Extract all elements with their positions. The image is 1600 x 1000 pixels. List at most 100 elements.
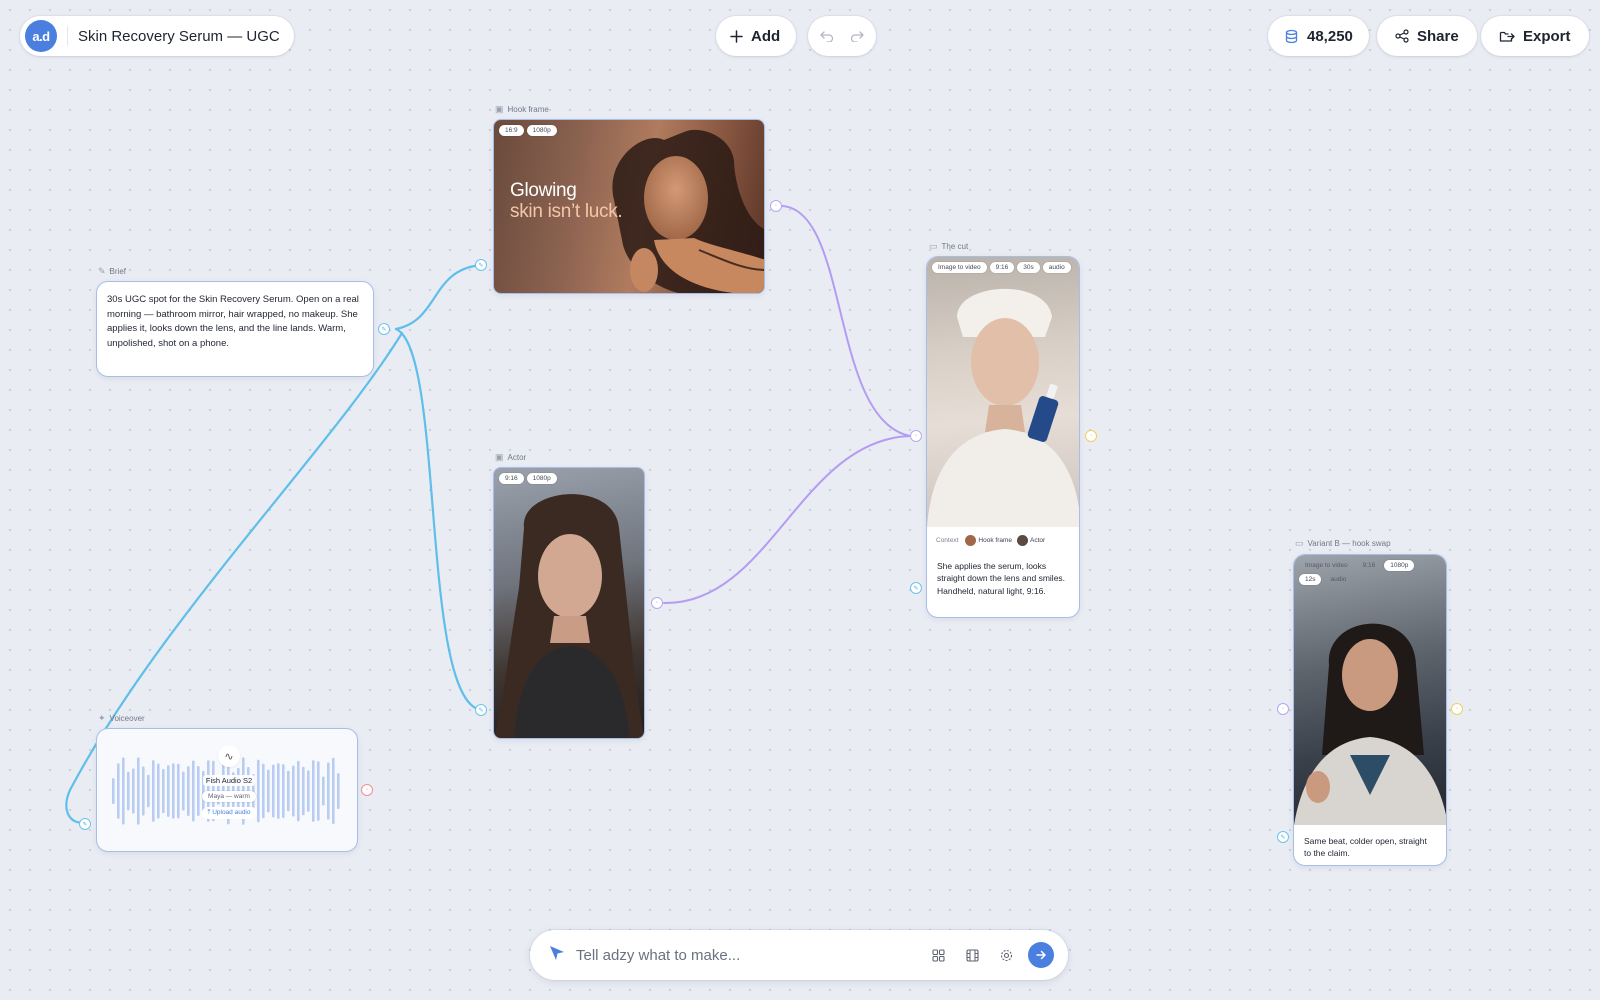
actor-node[interactable]: 9:16 1080p <box>493 467 645 739</box>
film-icon[interactable] <box>960 943 984 967</box>
waveform-bar <box>122 757 125 825</box>
project-pill[interactable]: a.d Skin Recovery Serum — UGC <box>20 16 294 56</box>
waveform-icon[interactable]: ∿ <box>218 745 240 767</box>
text-icon: ✎ <box>98 266 106 276</box>
cursor-arrow-icon <box>548 944 566 967</box>
waveform-bar <box>172 763 175 819</box>
cut-context-row: Context Hook frame Actor <box>936 535 1045 546</box>
brief-output-port[interactable]: ✎ <box>378 323 390 335</box>
waveform-bar <box>322 776 325 806</box>
settings-icon[interactable] <box>994 943 1018 967</box>
variant-tags: Image to video 9:16 1080p 12s audio <box>1299 560 1439 585</box>
app-logo[interactable]: a.d <box>25 20 57 52</box>
context-label: Context <box>936 537 959 544</box>
the-cut-node[interactable]: Image to video 9:16 30s audio Context Ho… <box>926 256 1080 618</box>
actor-input-port[interactable]: ✎ <box>475 704 487 716</box>
brief-label-text: Brief <box>109 267 126 276</box>
variant-node-label: ▭ Variant B — hook swap <box>1295 538 1391 549</box>
tag-mode: Image to video <box>932 262 987 273</box>
tag-audio: audio <box>1330 576 1347 583</box>
image-port-icon: ◦ <box>774 203 778 209</box>
video-icon: ▭ <box>1295 538 1304 548</box>
cut-output-port[interactable]: ◦ <box>1085 430 1097 442</box>
text-port-icon: ✎ <box>381 326 387 333</box>
waveform-bar <box>162 768 165 814</box>
brief-node[interactable]: 30s UGC spot for the Skin Recovery Serum… <box>96 281 374 377</box>
waveform-bar <box>332 757 335 825</box>
tag-duration: 12s <box>1299 574 1322 585</box>
export-button[interactable]: Export <box>1481 16 1589 56</box>
text-port-icon: ✎ <box>478 262 484 269</box>
waveform-bar <box>277 763 280 819</box>
voice-output-port[interactable]: ◦ <box>361 784 373 796</box>
image-port-icon: ◦ <box>914 433 918 439</box>
actor-output-port[interactable]: ◦ <box>651 597 663 609</box>
voice-node-label: ✦ Voiceover <box>98 713 145 724</box>
context-chip-actor-label: Actor <box>1030 537 1046 545</box>
waveform-bar <box>327 762 330 820</box>
waveform-bar <box>312 760 315 822</box>
upload-audio-button[interactable]: ⤒ Upload audio <box>201 807 257 819</box>
cut-portrait <box>927 288 1079 527</box>
cut-video-preview[interactable]: Image to video 9:16 30s audio <box>927 257 1079 527</box>
tag-aspect: 16:9 <box>499 125 524 136</box>
voice-model[interactable]: Fish Audio S2 <box>202 775 256 786</box>
export-button-label: Export <box>1523 27 1571 45</box>
credits-badge[interactable]: 48,250 <box>1268 16 1369 56</box>
waveform-bar <box>147 774 150 808</box>
waveform-bar <box>117 763 120 819</box>
waveform-bar <box>282 764 285 818</box>
edge-brief-actor <box>394 327 483 712</box>
history-controls <box>808 16 876 56</box>
voice-input-port[interactable]: ✎ <box>79 818 91 830</box>
prompt-input[interactable] <box>576 946 916 964</box>
tag-aspect: 9:16 <box>989 262 1015 273</box>
waveform-bar <box>167 765 170 817</box>
waveform-bar <box>142 766 145 816</box>
hook-label-text: Hook frame <box>507 105 549 114</box>
cut-label-text: The cut <box>941 242 969 251</box>
add-button[interactable]: Add <box>716 16 797 56</box>
text-port-icon: ✎ <box>82 821 88 828</box>
variant-video-preview[interactable]: Image to video 9:16 1080p 12s audio <box>1294 555 1446 825</box>
edge-actor-cut <box>663 435 911 605</box>
variant-text-port[interactable]: ✎ <box>1277 831 1289 843</box>
variant-description[interactable]: Same beat, colder open, straight to the … <box>1304 835 1436 860</box>
voice-name[interactable]: Maya — warm <box>202 791 256 802</box>
redo-icon[interactable] <box>850 30 864 42</box>
waveform-bar <box>112 778 115 804</box>
cut-text-port[interactable]: ✎ <box>910 582 922 594</box>
grid-icon[interactable] <box>926 943 950 967</box>
variant-b-node[interactable]: Image to video 9:16 1080p 12s audio Same… <box>1293 554 1447 866</box>
waveform-bar <box>287 770 290 812</box>
undo-icon[interactable] <box>820 30 834 42</box>
image-port-icon: ◦ <box>1281 706 1285 712</box>
waveform-bar <box>137 757 140 825</box>
image-icon: ▣ <box>495 452 504 462</box>
avatar <box>1017 535 1029 546</box>
tag-aspect: 9:16 <box>499 473 524 484</box>
edge-hook-cut <box>781 205 911 437</box>
hook-frame-node[interactable]: 16:9 1080p Glowing skin isn’t luck. <box>493 119 765 294</box>
sparkle-icon: ✦ <box>98 713 106 723</box>
variant-input-port[interactable]: ◦ <box>1277 703 1289 715</box>
project-title[interactable]: Skin Recovery Serum — UGC <box>78 28 280 45</box>
share-button[interactable]: Share <box>1377 16 1477 56</box>
variant-output-port[interactable]: ◦ <box>1451 703 1463 715</box>
context-chip-hook[interactable]: Hook frame <box>965 535 1012 546</box>
tag-audio: audio <box>1042 262 1071 273</box>
voiceover-node[interactable]: ∿ Fish Audio S2 Maya — warm ⤒ Upload aud… <box>96 728 358 852</box>
actor-portrait <box>494 494 644 738</box>
cut-input-port[interactable]: ◦ <box>910 430 922 442</box>
text-port-icon: ✎ <box>913 585 919 592</box>
actor-node-label: ▣ Actor <box>495 452 526 463</box>
waveform-bar <box>127 771 130 811</box>
cut-description[interactable]: She applies the serum, looks straight do… <box>937 560 1069 597</box>
send-button[interactable] <box>1028 942 1054 968</box>
hook-output-port[interactable]: ◦ <box>770 200 782 212</box>
hook-tags: 16:9 1080p <box>499 125 639 136</box>
cut-tags: Image to video 9:16 30s audio <box>932 262 1072 273</box>
brief-text[interactable]: 30s UGC spot for the Skin Recovery Serum… <box>107 293 363 351</box>
context-chip-actor[interactable]: Actor <box>1017 535 1045 546</box>
hook-input-port[interactable]: ✎ <box>475 259 487 271</box>
